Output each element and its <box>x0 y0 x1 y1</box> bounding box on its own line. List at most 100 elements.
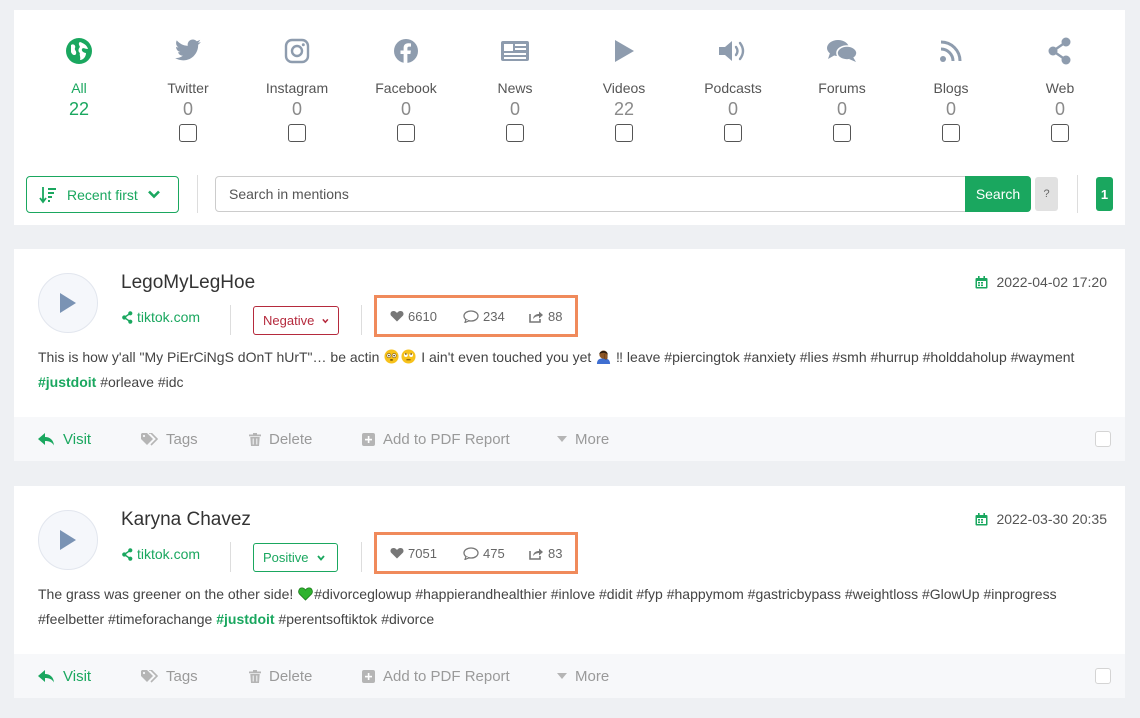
source-checkbox[interactable] <box>288 124 306 142</box>
mention-text-part: #orleave #idc <box>100 374 184 390</box>
plus-square-icon <box>362 669 375 683</box>
tags-label: Tags <box>166 430 198 448</box>
comments-count: 234 <box>483 308 505 324</box>
source-filter-instagram[interactable]: Instagram 0 <box>242 36 352 142</box>
shares-count: 83 <box>548 545 563 561</box>
source-checkbox[interactable] <box>397 124 415 142</box>
source-checkbox[interactable] <box>942 124 960 142</box>
search-button[interactable]: Search <box>965 176 1031 212</box>
mention-domain: tiktok.com <box>137 309 201 325</box>
sentiment-dropdown[interactable]: Negative <box>253 306 339 335</box>
mentions-toolbar: Recent first Search ? 1 <box>14 163 1125 225</box>
source-checkbox[interactable] <box>1051 124 1069 142</box>
source-count: 0 <box>400 99 411 119</box>
source-checkbox[interactable] <box>179 124 197 142</box>
matched-keyword: #justdoit <box>216 611 275 627</box>
help-button[interactable]: ? <box>1035 177 1058 211</box>
add-to-pdf-button[interactable]: Add to PDF Report <box>362 417 510 461</box>
divider <box>197 175 198 213</box>
source-label: Forums <box>818 80 866 96</box>
mention-source-link[interactable]: tiktok.com <box>121 546 200 562</box>
divider <box>361 305 362 335</box>
tags-icon <box>141 432 158 446</box>
mention-select-checkbox[interactable] <box>1095 431 1111 447</box>
mention-date: 2022-03-30 20:35 <box>975 511 1107 527</box>
tags-label: Tags <box>166 667 198 685</box>
source-count: 0 <box>1054 99 1065 119</box>
comment-icon <box>463 546 479 560</box>
caret-down-icon <box>557 673 567 679</box>
source-filter-videos[interactable]: Videos 22 <box>569 36 679 142</box>
more-label: More <box>575 667 610 685</box>
delete-button[interactable]: Delete <box>249 417 312 461</box>
source-filter-all[interactable]: All 22 <box>24 36 134 120</box>
mention-date-text: 2022-04-02 17:20 <box>996 274 1107 290</box>
mention-select-checkbox[interactable] <box>1095 668 1111 684</box>
source-label: Facebook <box>375 80 437 96</box>
mention-author: Karyna Chavez <box>121 509 251 530</box>
divider <box>361 542 362 572</box>
tags-button[interactable]: Tags <box>141 417 198 461</box>
page-number-badge[interactable]: 1 <box>1096 177 1113 211</box>
mention-domain: tiktok.com <box>137 546 201 562</box>
source-filter-forums[interactable]: Forums 0 <box>787 36 897 142</box>
mention-source-link[interactable]: tiktok.com <box>121 309 200 325</box>
rss-icon <box>896 36 1006 66</box>
add-to-pdf-button[interactable]: Add to PDF Report <box>362 654 510 698</box>
sentiment-dropdown[interactable]: Positive <box>253 543 338 572</box>
search-input[interactable] <box>216 177 964 211</box>
more-button[interactable]: More <box>557 654 609 698</box>
mention-date: 2022-04-02 17:20 <box>975 274 1107 290</box>
source-checkbox[interactable] <box>833 124 851 142</box>
delete-label: Delete <box>269 667 313 685</box>
source-count: 0 <box>509 99 520 119</box>
source-filter-blogs[interactable]: Blogs 0 <box>896 36 1006 142</box>
sort-icon <box>39 186 56 203</box>
chevron-down-icon <box>147 190 160 199</box>
source-filter-twitter[interactable]: Twitter 0 <box>133 36 243 142</box>
facebook-icon <box>351 36 461 66</box>
source-checkbox[interactable] <box>615 124 633 142</box>
source-filter-bar: All 22 Twitter 0 Instagram 0 Facebook 0 <box>14 10 1125 163</box>
add-to-pdf-label: Add to PDF Report <box>383 430 510 448</box>
source-checkbox[interactable] <box>506 124 524 142</box>
instagram-icon <box>242 36 352 66</box>
delete-label: Delete <box>269 430 313 448</box>
tags-button[interactable]: Tags <box>141 654 198 698</box>
source-label: Videos <box>602 80 646 96</box>
reply-arrow-icon <box>38 432 54 445</box>
video-play-button[interactable] <box>38 273 98 333</box>
source-filter-web[interactable]: Web 0 <box>1005 36 1115 142</box>
matched-keyword: #justdoit <box>38 374 97 390</box>
source-filter-podcasts[interactable]: Podcasts 0 <box>678 36 788 142</box>
visit-button[interactable]: Visit <box>38 654 91 698</box>
share-arrow-icon <box>529 311 543 323</box>
likes-count: 6610 <box>408 308 437 324</box>
comments-stat: 475 <box>463 546 529 561</box>
mention-text-part: This is how y'all "My PiErCiNgS dOnT hUr… <box>38 349 380 365</box>
green-heart-emoji-icon <box>298 587 313 601</box>
chevron-down-icon <box>322 318 329 323</box>
source-checkbox[interactable] <box>724 124 742 142</box>
play-icon <box>569 36 679 66</box>
source-label: Podcasts <box>704 80 762 96</box>
add-to-pdf-label: Add to PDF Report <box>383 667 510 685</box>
source-label: All <box>71 80 87 96</box>
sort-dropdown[interactable]: Recent first <box>26 176 179 213</box>
comment-icon <box>463 309 479 323</box>
more-label: More <box>575 430 610 448</box>
shares-stat: 88 <box>529 309 562 324</box>
comments-stat: 234 <box>463 309 529 324</box>
visit-button[interactable]: Visit <box>38 417 91 461</box>
calendar-icon <box>975 275 988 288</box>
delete-button[interactable]: Delete <box>249 654 312 698</box>
engagement-stats: 7051 475 83 <box>374 532 578 574</box>
source-filter-facebook[interactable]: Facebook 0 <box>351 36 461 142</box>
source-filter-news[interactable]: News 0 <box>460 36 570 142</box>
more-button[interactable]: More <box>557 417 609 461</box>
visit-label: Visit <box>63 667 92 685</box>
video-play-button[interactable] <box>38 510 98 570</box>
divider <box>1077 175 1078 213</box>
shares-count: 88 <box>548 308 563 324</box>
mention-actions-bar: Visit Tags Delete Add to PDF Report More <box>14 417 1125 461</box>
